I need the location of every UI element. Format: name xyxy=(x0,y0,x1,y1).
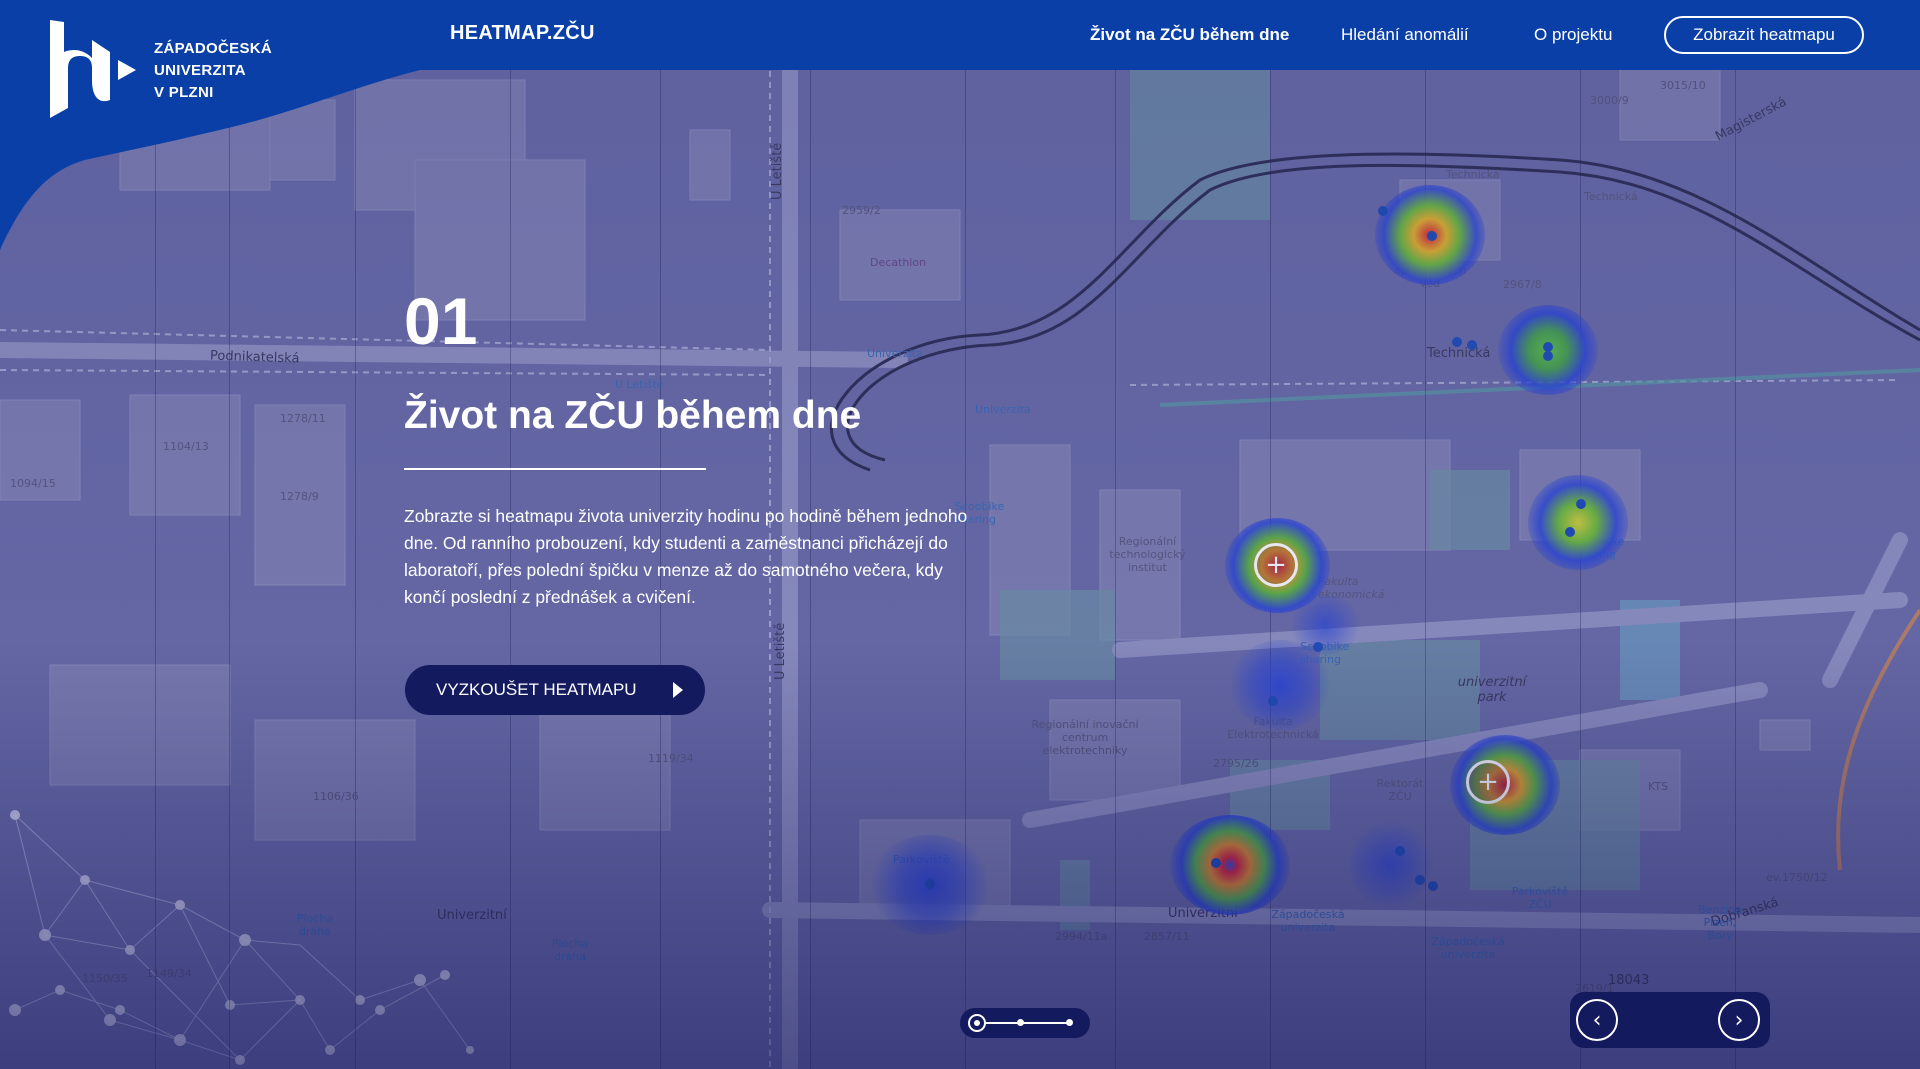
map-label-number: 18043 xyxy=(1608,973,1650,988)
brand-title[interactable]: HEATMAP.ZČU xyxy=(450,22,595,45)
map-label-kts: KTS xyxy=(1648,780,1669,793)
map-label-u-letiste: U Letiště xyxy=(773,622,788,680)
nav-item-about[interactable]: O projektu xyxy=(1534,25,1612,45)
map-label-number: 2959/2 xyxy=(842,204,881,217)
map-label-univerzita: Univerzita xyxy=(975,403,1031,416)
map-label-number: 1106/36 xyxy=(313,790,359,803)
map-label-number: 2795/26 xyxy=(1213,757,1259,770)
map-label-podnikatelska: Podnikatelská xyxy=(209,348,300,367)
logo-line: UNIVERZITA xyxy=(154,62,246,79)
map-label-aplikovanych-ved: aplikovaných věd xyxy=(1393,264,1467,290)
chevron-right-icon[interactable]: › xyxy=(1718,999,1760,1041)
map-label-univerzitni: Univerzitní xyxy=(1168,906,1238,921)
map-label-number: 1119/34 xyxy=(648,752,694,765)
map-label-decathlon: Decathlon xyxy=(870,256,927,269)
location-dot xyxy=(1395,846,1405,856)
map-label-number: ev.1750/12 xyxy=(1766,871,1828,884)
map-label-rektorat: Rektorát ZČU xyxy=(1376,777,1424,803)
nav-item-life-during-day[interactable]: Život na ZČU během dne xyxy=(1090,25,1289,45)
map-label-univerzitni-park: univerzitní park xyxy=(1457,675,1527,705)
map-label-univerzita: Univerzita xyxy=(867,347,923,360)
location-dot xyxy=(1565,527,1575,537)
show-heatmap-button[interactable]: Zobrazit heatmapu xyxy=(1664,16,1864,54)
hero-description: Zobrazte si heatmapu života univerzity h… xyxy=(404,506,968,607)
slider-step[interactable] xyxy=(1017,1019,1024,1026)
slider-step[interactable] xyxy=(1066,1019,1073,1026)
plus-icon[interactable]: + xyxy=(1254,543,1298,587)
location-dot xyxy=(1467,340,1477,350)
grid-line xyxy=(1425,0,1426,1069)
map-label-number: 3000/9 xyxy=(1590,94,1629,107)
map-label-parkoviste: Parkoviště ZČU xyxy=(1511,885,1569,911)
map-label-number: 1104/13 xyxy=(163,440,209,453)
university-name: ZÁPADOČESKÁ UNIVERZITA V PLZNI xyxy=(154,38,272,104)
map-label-plocha-draha: Plocha dráha xyxy=(551,937,589,963)
map-label-univerzitni-road: Univerzitní xyxy=(437,908,507,923)
location-dot xyxy=(1378,206,1388,216)
map-label-number: 1150/35 xyxy=(82,972,128,985)
location-dot xyxy=(1452,337,1462,347)
play-icon xyxy=(673,682,683,698)
map-label-number: 2994/11a xyxy=(1055,930,1108,943)
map-label-scoobike: Scoobike sharing xyxy=(1300,640,1350,666)
section-number: 01 xyxy=(404,284,478,358)
try-heatmap-button[interactable]: VYZKOUŠET HEATMAPU xyxy=(405,665,705,715)
map-label-technicka: Technická xyxy=(1446,168,1500,181)
map-label-plocha-draha: Plocha dráha xyxy=(296,912,334,938)
map-label-number: 2967/8 xyxy=(1503,278,1542,291)
location-dot xyxy=(1576,499,1586,509)
map-label-number: 3015/10 xyxy=(1660,79,1706,92)
plus-icon[interactable]: + xyxy=(1466,760,1510,804)
page-title: Život na ZČU během dne xyxy=(404,394,862,437)
slide-navigation: ‹ › xyxy=(1570,992,1770,1048)
chevron-left-icon[interactable]: ‹ xyxy=(1576,999,1618,1041)
location-dot xyxy=(1543,351,1553,361)
location-dot xyxy=(1415,875,1425,885)
map-label-zcu: Západočeská univerzita xyxy=(1271,908,1345,934)
map-label-u-letiste: U Letiště xyxy=(770,142,785,200)
map-label-benzina: Benzina Plzeň, Bory xyxy=(1698,903,1742,942)
map-label-zcu: Západočeská univerzita xyxy=(1431,935,1505,961)
slider-handle[interactable] xyxy=(968,1014,986,1032)
location-dot xyxy=(925,879,935,889)
map-label-fakulta-elektro: Fakulta Elektrotechnická xyxy=(1227,715,1319,741)
logo-line: ZÁPADOČESKÁ xyxy=(154,40,273,57)
map-label-parkoviste-small: Parkoviště xyxy=(893,853,950,866)
page: Podnikatelská U Letiště U Letiště U Leti… xyxy=(0,0,1920,1069)
map-label-technicka: Technická xyxy=(1584,190,1638,203)
title-divider xyxy=(404,468,706,470)
map-label-u-letiste-stop: U Letiště xyxy=(615,378,664,391)
location-dot xyxy=(1211,858,1221,868)
map-label-number: 1094/15 xyxy=(10,477,56,490)
timeline-slider[interactable] xyxy=(960,1008,1090,1038)
location-dot xyxy=(1428,881,1438,891)
nav-item-anomalies[interactable]: Hledání anomálií xyxy=(1341,25,1469,45)
map-label-number: 1278/11 xyxy=(280,412,326,425)
try-heatmap-label: VYZKOUŠET HEATMAPU xyxy=(436,680,637,699)
map-label-rti: Regionální technologický institut xyxy=(1109,535,1186,574)
map-label-number: 2857/11 xyxy=(1144,930,1190,943)
location-dot xyxy=(1268,696,1278,706)
map-label-number: 1149/34 xyxy=(146,967,192,980)
location-dot xyxy=(1313,642,1323,652)
location-dot xyxy=(1427,231,1437,241)
map-label-scoobike: Scoobike sharing xyxy=(1575,535,1625,561)
map-label-ric: Regionální inovační centrum elektrotechn… xyxy=(1031,718,1139,757)
map-label-technicka: Technická xyxy=(1427,346,1491,361)
logo-line: V PLZNI xyxy=(154,84,214,101)
map-label-fakulta-ekonomicka: Fakulta ekonomická xyxy=(1318,575,1385,601)
map-label-number: 1278/9 xyxy=(280,490,319,503)
